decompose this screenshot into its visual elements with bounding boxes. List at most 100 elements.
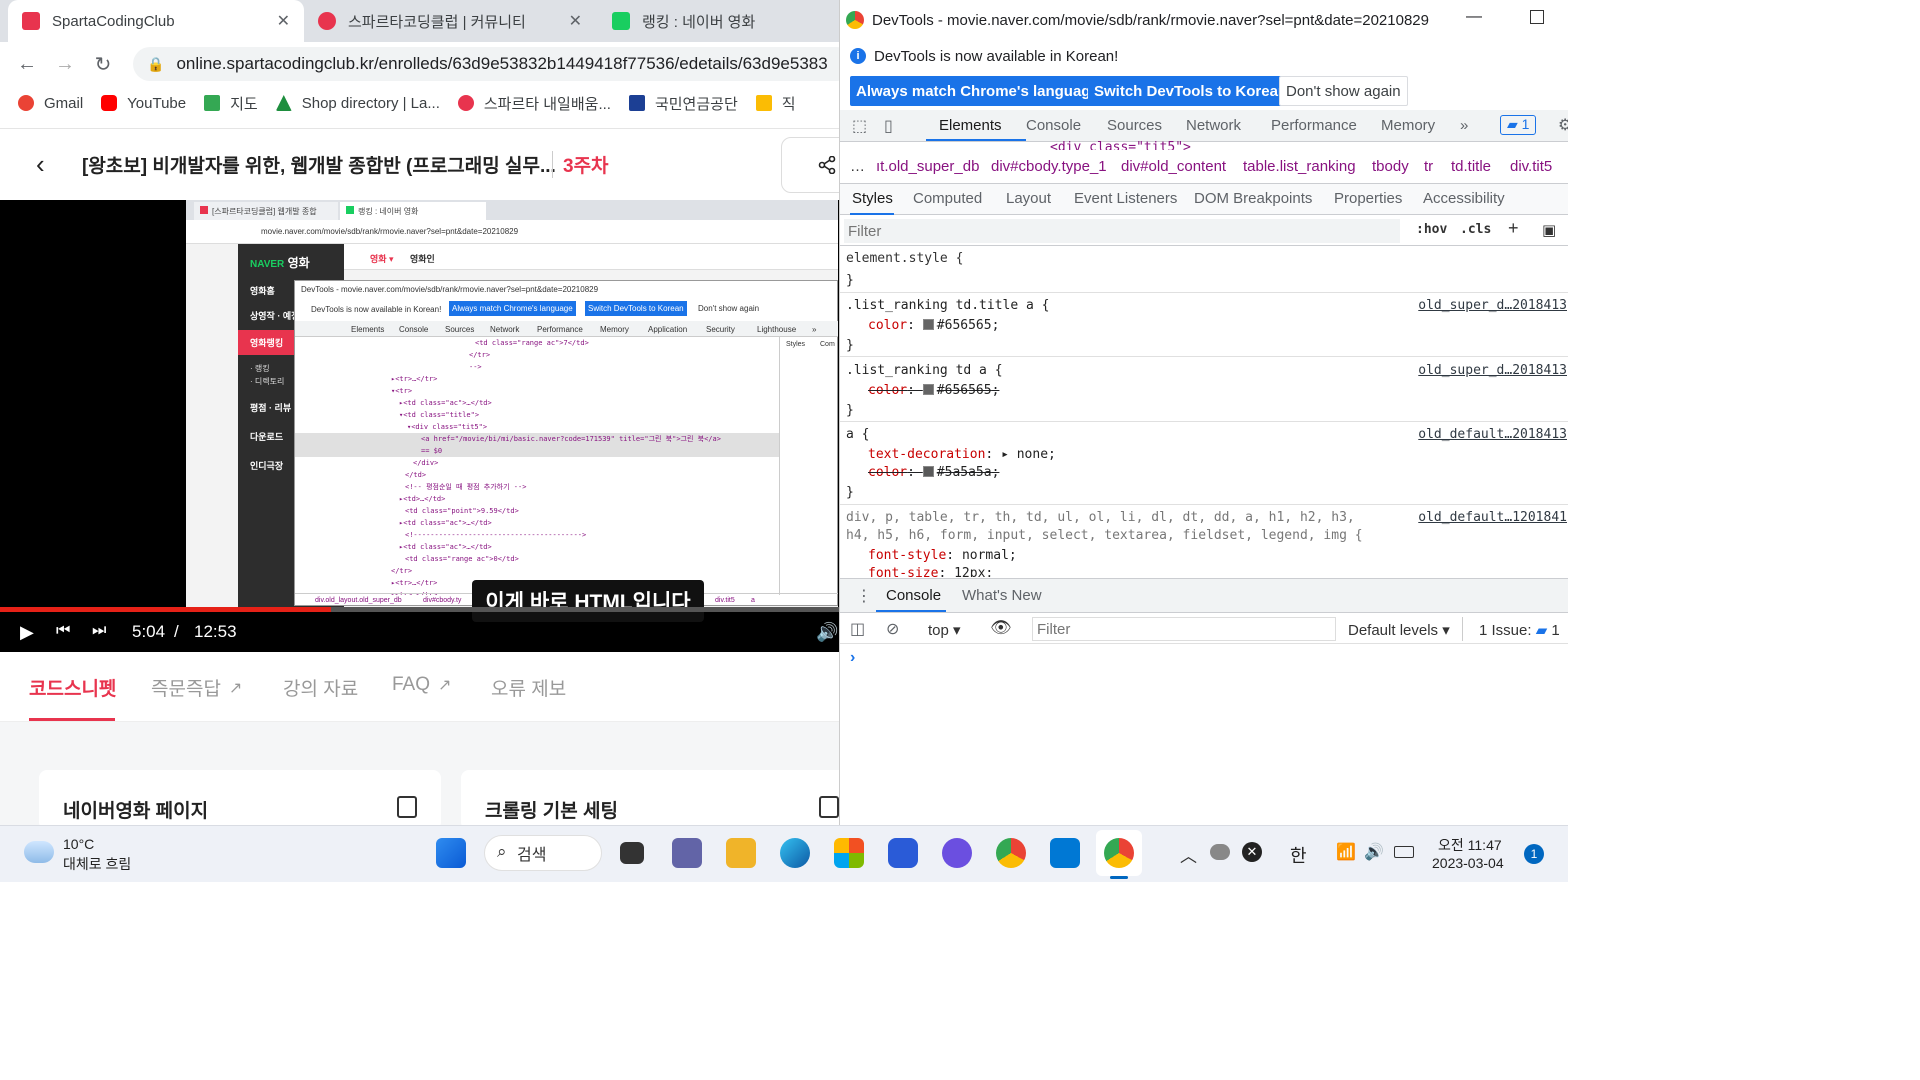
tab-report-error[interactable]: 오류 제보: [491, 674, 566, 701]
windows-start-icon[interactable]: [436, 838, 466, 868]
wifi-icon[interactable]: 📶: [1336, 842, 1356, 862]
notification-badge[interactable]: 1: [1524, 844, 1544, 864]
crumb-item[interactable]: ıt.old_super_db: [876, 158, 979, 175]
close-tab-icon[interactable]: ✕: [277, 11, 290, 31]
browser-tab[interactable]: 랭킹 : 네이버 영화: [598, 0, 840, 42]
log-levels-dropdown[interactable]: Default levels ▾: [1348, 621, 1450, 639]
crumb-item[interactable]: div#cbody.type_1: [991, 158, 1107, 175]
dont-show-again-button[interactable]: Don't show again: [1279, 76, 1408, 106]
share-button[interactable]: [781, 137, 840, 193]
device-toggle-icon[interactable]: ▯: [884, 116, 893, 136]
bookmark-item[interactable]: 직: [755, 93, 796, 114]
clear-console-icon[interactable]: ⊘: [886, 619, 899, 639]
tab-dom-breakpoints[interactable]: DOM Breakpoints: [1194, 190, 1312, 207]
onedrive-icon[interactable]: [1210, 844, 1230, 860]
tab-properties[interactable]: Properties: [1334, 190, 1402, 207]
crumb-overflow[interactable]: …: [850, 158, 865, 175]
bookmark-item[interactable]: Gmail: [18, 95, 83, 112]
chevron-up-icon[interactable]: ︿: [1180, 842, 1197, 867]
tab-network[interactable]: Network: [1186, 117, 1241, 134]
video-player[interactable]: [스파르타코딩클럽] 웹개발 종합 랭킹 : 네이버 영화 movie.nave…: [0, 200, 840, 652]
settings-gear-icon[interactable]: ⚙: [1558, 115, 1568, 135]
eye-icon[interactable]: 👁: [990, 618, 1012, 638]
tab-sources[interactable]: Sources: [1107, 117, 1162, 134]
rule-source-link[interactable]: old_super_d…2018413: [1418, 363, 1567, 378]
add-rule-icon[interactable]: +: [1508, 218, 1519, 239]
tab-faq[interactable]: FAQ ↗: [392, 674, 451, 696]
battery-icon[interactable]: [1394, 846, 1414, 858]
tab-qna[interactable]: 즉문즉답 ↗: [151, 674, 242, 701]
issues-badge[interactable]: ▰ 1: [1500, 115, 1537, 135]
context-select[interactable]: top ▾: [928, 621, 961, 639]
crumb-item[interactable]: tbody: [1372, 158, 1409, 175]
video-progress-bar[interactable]: [0, 607, 840, 612]
maximize-icon[interactable]: [1530, 10, 1544, 24]
tab-console[interactable]: Console: [1026, 117, 1081, 134]
crumb-item[interactable]: td.title: [1451, 158, 1491, 175]
rule-source-link[interactable]: old_default…2018413: [1418, 427, 1567, 442]
browser-tab[interactable]: SpartaCodingClub ✕: [8, 0, 304, 42]
volume-icon[interactable]: 🔊: [1364, 842, 1384, 862]
bookmark-item[interactable]: Shop directory | La...: [275, 95, 440, 112]
drawer-tab-whats-new[interactable]: What's New: [962, 587, 1042, 604]
tab-computed[interactable]: Computed: [913, 190, 982, 207]
tab-event-listeners[interactable]: Event Listeners: [1074, 190, 1177, 207]
clock-time[interactable]: 오전 11:47: [1438, 835, 1502, 855]
css-property-overridden[interactable]: color: #5a5a5a;: [868, 465, 999, 480]
console-filter-input[interactable]: [1032, 617, 1336, 641]
reload-icon[interactable]: ↻: [84, 45, 122, 83]
tab-accessibility[interactable]: Accessibility: [1423, 190, 1505, 207]
cls-toggle[interactable]: .cls: [1460, 222, 1491, 237]
close-tab-icon[interactable]: ✕: [569, 11, 582, 31]
snippet-card[interactable]: 크롤링 기본 세팅: [461, 770, 840, 825]
edge-icon[interactable]: [780, 838, 810, 868]
bookmark-item[interactable]: YouTube: [101, 95, 186, 112]
task-view-icon[interactable]: [620, 842, 644, 864]
always-match-language-button[interactable]: Always match Chrome's language: [850, 76, 1105, 106]
tab-code-snippet[interactable]: 코드스니펫: [29, 674, 116, 701]
clock-date[interactable]: 2023-03-04: [1432, 855, 1504, 871]
css-property[interactable]: text-decoration: ▸ none;: [868, 447, 1056, 462]
inspect-icon[interactable]: ⬚: [852, 116, 867, 136]
color-swatch[interactable]: [922, 384, 934, 395]
teams-chat-icon[interactable]: [672, 838, 702, 868]
file-explorer-icon[interactable]: [726, 838, 756, 868]
app-tray-icon[interactable]: ✕: [1242, 842, 1262, 862]
console-prompt[interactable]: ›: [850, 649, 855, 667]
address-bar[interactable]: 🔒 online.spartacodingclub.kr/enrolleds/6…: [133, 47, 840, 81]
browser-tab[interactable]: 스파르타코딩클럽 | 커뮤니티 ✕: [304, 0, 596, 42]
forward-icon[interactable]: →: [46, 45, 84, 83]
skip-back-icon[interactable]: ⏮: [56, 622, 70, 640]
tab-layout[interactable]: Layout: [1006, 190, 1051, 207]
back-icon[interactable]: ←: [8, 45, 46, 83]
app-icon[interactable]: [888, 838, 918, 868]
tab-memory[interactable]: Memory: [1381, 117, 1435, 134]
vscode-icon[interactable]: [1050, 838, 1080, 868]
crumb-item[interactable]: tr: [1424, 158, 1433, 175]
crumb-item[interactable]: table.list_ranking: [1243, 158, 1356, 175]
issues-counter[interactable]: 1 Issue: ▰ 1: [1462, 617, 1560, 641]
tab-styles[interactable]: Styles: [852, 190, 893, 207]
taskbar-search[interactable]: ⌕ 검색: [484, 835, 602, 871]
hov-toggle[interactable]: :hov: [1416, 222, 1447, 237]
tab-performance[interactable]: Performance: [1271, 117, 1357, 134]
css-property[interactable]: color: #656565;: [868, 318, 999, 333]
more-tabs-icon[interactable]: »: [1460, 117, 1468, 134]
rendering-icon[interactable]: ▣: [1542, 221, 1556, 239]
crumb-item[interactable]: div#old_content: [1121, 158, 1226, 175]
bookmark-item[interactable]: 지도: [204, 93, 258, 114]
crumb-item[interactable]: div.tit5: [1510, 158, 1552, 175]
volume-icon[interactable]: 🔊: [816, 622, 838, 643]
ime-indicator[interactable]: 한: [1290, 842, 1307, 868]
copy-icon[interactable]: [819, 796, 839, 818]
app-icon[interactable]: [942, 838, 972, 868]
play-icon[interactable]: ▶: [20, 622, 34, 643]
microsoft-store-icon[interactable]: [834, 838, 864, 868]
skip-forward-icon[interactable]: ⏭: [92, 622, 106, 640]
weather-cloud-icon[interactable]: [24, 841, 54, 863]
drawer-tab-console[interactable]: Console: [886, 587, 941, 604]
back-arrow-icon[interactable]: ‹: [36, 149, 45, 180]
color-swatch[interactable]: [922, 319, 934, 330]
css-property[interactable]: font-style: normal;: [868, 548, 1017, 563]
styles-filter-input[interactable]: [844, 219, 1400, 243]
